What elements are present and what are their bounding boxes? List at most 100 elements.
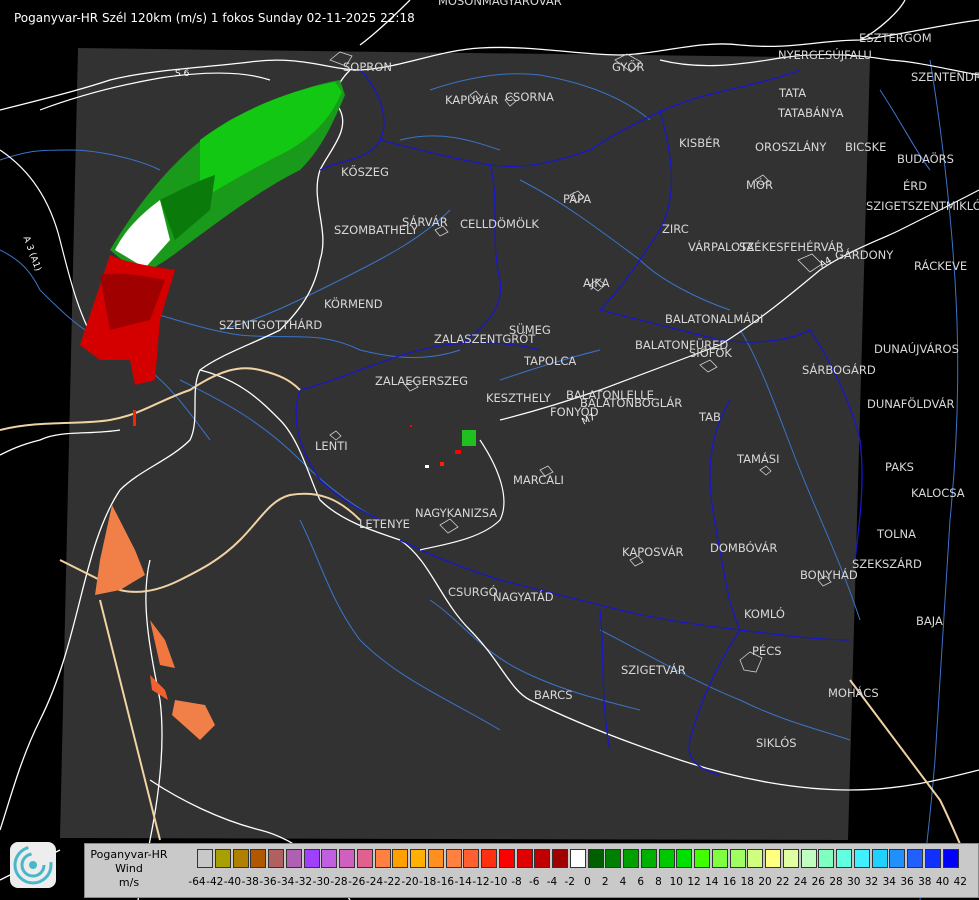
city-label: KŐSZEG [341,165,389,179]
city-label: BICSKE [845,140,887,154]
legend-tick-label: 42 [953,876,967,888]
legend-swatch [303,849,320,868]
city-label: PÁPA [563,192,592,206]
city-label: TATA [779,86,807,100]
legend-swatch [232,849,249,868]
legend-swatch [818,849,835,868]
city-label: DOMBÓVÁR [710,541,778,555]
city-label: BAJA [916,614,943,628]
legend-swatch [481,849,497,868]
city-label: ZALASZENTGRÓT [434,332,536,346]
logo-icon [10,842,56,888]
city-label: CSURGÓ [448,585,498,599]
legend-swatch [356,849,373,868]
legend-swatch [694,849,710,868]
city-label: KÖRMEND [324,297,383,311]
legend-swatch [552,849,568,868]
city-label: NYERGESÚJFALU [778,48,872,62]
legend-swatch [569,849,586,868]
city-label: SZÉKESFEHÉRVÁR [739,240,844,254]
city-label: SÁRBOGÁRD [802,363,876,377]
legend-swatch [268,849,284,868]
legend-swatch [516,849,533,868]
city-label: SZEKSZÁRD [852,557,922,571]
legend-swatch [924,849,941,868]
city-label: NAGYATÁD [493,590,554,604]
city-label: SZENTENDRE [911,70,979,84]
city-label: MOHÁCS [828,686,879,700]
city-label: KISBÉR [679,136,721,150]
city-label: MARCALI [513,473,564,487]
legend-swatch [463,849,480,868]
city-label: BARCS [534,688,573,702]
city-label: TAB [699,410,721,424]
legend-swatch [747,849,764,868]
legend-unit: m/s [118,876,140,889]
city-label: SÁRVÁR [402,215,448,229]
city-label: PAKS [885,460,914,474]
legend-swatch [374,849,391,868]
city-label: ZIRC [662,222,689,236]
legend-swatch [605,849,622,868]
legend-source: Poganyvar-HR [90,848,168,861]
city-label: DUNAFÖLDVÁR [867,397,955,411]
legend-swatch [587,849,604,868]
city-label: DUNAÚJVÁROS [874,342,959,356]
city-label: GYŐR [612,60,645,74]
legend-swatch [658,849,675,868]
city-label: KALOCSA [911,486,965,500]
legend-swatch [285,849,302,868]
city-label: BUDAÖRS [897,152,954,166]
city-label: BALATONBOGLÁR [580,396,683,410]
city-label: CELLDÖMÖLK [460,217,539,231]
city-label: BALATONALMÁDI [665,312,764,326]
legend-swatch [321,849,338,868]
legend-swatch [942,849,959,868]
radar-map[interactable] [0,0,979,900]
legend-swatch [853,849,870,868]
city-label: OROSZLÁNY [755,140,827,154]
city-label: SOPRON [343,60,392,74]
legend-swatch [729,849,746,868]
legend-swatch [711,849,728,868]
city-label: TOLNA [877,527,916,541]
legend-swatch [640,849,657,868]
legend-variable: Wind [115,862,143,875]
legend-swatch [836,849,852,868]
legend-swatch [250,849,267,868]
city-label: BONYHÁD [800,568,858,582]
legend-swatch [889,849,906,868]
city-label: SZIGETVÁR [621,663,686,677]
legend-swatch [498,849,515,868]
legend-swatch [410,849,426,868]
city-label: MÓR [746,178,773,192]
radar-title: Poganyvar-HR Szél 120km (m/s) 1 fokos Su… [14,11,415,25]
legend-swatch [392,849,409,868]
city-label: KAPUVÁR [445,93,499,107]
city-label: AJKA [583,276,610,290]
city-label: KESZTHELY [486,391,551,405]
legend-swatch [676,849,693,868]
road-label: S 6 [175,69,190,79]
city-label: ZALAEGERSZEG [375,374,469,388]
legend-swatch [871,849,888,868]
city-label: GÁRDONY [835,248,894,262]
legend-swatch [197,849,213,868]
legend-swatch [907,849,923,868]
city-label: MOSONMAGYARÓVÁR [438,0,562,8]
city-label: KOMLÓ [744,607,785,621]
legend-swatch [445,849,462,868]
city-label: TATABÁNYA [778,106,844,120]
legend-swatch [534,849,551,868]
legend-swatch [339,849,355,868]
legend-swatch [800,849,817,868]
city-label: ÉRD [903,179,928,193]
legend-swatch [427,849,444,868]
color-legend: Poganyvar-HR Wind m/s -64 -42 -40 -38 -36 -34… [84,843,979,898]
legend-swatch [765,849,781,868]
city-label: PÉCS [752,644,782,658]
city-label: LENTI [315,439,348,453]
city-label: TAMÁSI [737,452,780,466]
city-label: TAPOLCA [524,354,577,368]
city-label: SIKLÓS [756,736,797,750]
